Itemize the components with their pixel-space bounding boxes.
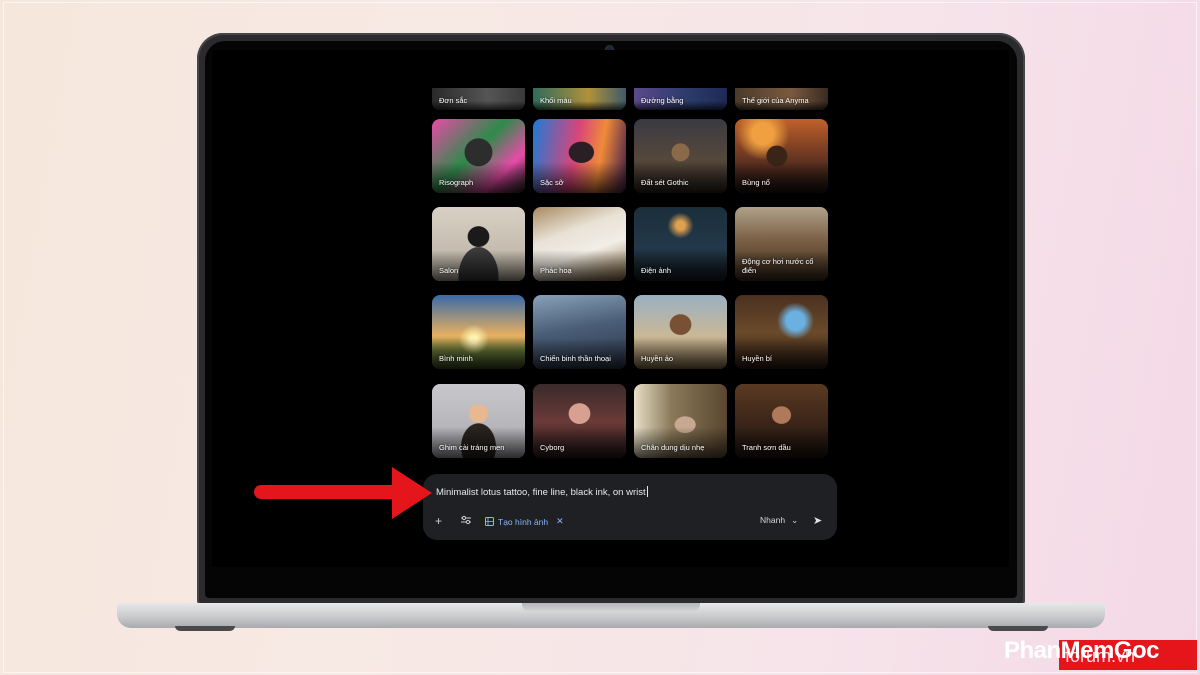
watermark-logo: PhanMemGoc bbox=[1004, 637, 1160, 664]
style-tile-label: Risograph bbox=[439, 178, 474, 187]
style-tile-label: Đơn sắc bbox=[439, 96, 468, 105]
style-tile-label: Salon bbox=[439, 266, 459, 275]
style-tile-label: Khối màu bbox=[540, 96, 572, 105]
style-tile-label: Tranh sơn dầu bbox=[742, 443, 791, 452]
style-tile[interactable]: Chiến binh thần thoại bbox=[533, 295, 626, 369]
laptop-base-notch bbox=[522, 603, 700, 612]
style-tile[interactable]: Ghim cài tráng men bbox=[432, 384, 525, 458]
style-tile[interactable]: Đất sét Gothic bbox=[634, 119, 727, 193]
style-tile[interactable]: Động cơ hơi nước cổ điển bbox=[735, 207, 828, 281]
style-tile-label: Đường bằng bbox=[641, 96, 684, 105]
annotation-arrow-shaft bbox=[254, 485, 404, 499]
style-tile-label: Phác hoạ bbox=[540, 266, 572, 275]
text-caret bbox=[646, 486, 648, 497]
laptop-foot-left bbox=[175, 626, 235, 631]
style-tile-label: Chân dung dịu nhẹ bbox=[641, 443, 705, 452]
laptop-foot-right bbox=[988, 626, 1048, 631]
style-tile[interactable]: Sặc sỡ bbox=[533, 119, 626, 193]
style-tile-label: Động cơ hơi nước cổ điển bbox=[742, 257, 814, 275]
close-icon[interactable]: ✕ bbox=[556, 516, 564, 527]
prompt-input[interactable]: Minimalist lotus tattoo, fine line, blac… bbox=[436, 486, 648, 498]
annotation-arrow-head bbox=[392, 467, 432, 519]
style-tile-label: Ghim cài tráng men bbox=[439, 443, 505, 452]
sliders-icon[interactable] bbox=[460, 514, 472, 526]
chevron-down-icon: ⌄ bbox=[791, 515, 799, 525]
style-tile[interactable]: Tranh sơn dầu bbox=[735, 384, 828, 458]
tool-chip-create-image[interactable]: Tạo hình ảnh ✕ bbox=[485, 515, 564, 528]
style-tile[interactable]: Huyền ảo bbox=[634, 295, 727, 369]
style-tile[interactable]: Risograph bbox=[432, 119, 525, 193]
style-tile[interactable]: Chân dung dịu nhẹ bbox=[634, 384, 727, 458]
tool-chip-label: Tạo hình ảnh bbox=[498, 516, 549, 527]
style-tile-label: Điện ảnh bbox=[641, 266, 672, 275]
style-tile[interactable]: Đường bằng bbox=[634, 88, 727, 110]
style-tile[interactable]: Bình minh bbox=[432, 295, 525, 369]
plus-icon[interactable]: + bbox=[435, 515, 442, 527]
style-tile[interactable]: Thế giới của Anyma bbox=[735, 88, 828, 110]
style-tile-label: Sặc sỡ bbox=[540, 178, 564, 187]
style-tile[interactable]: Đơn sắc bbox=[432, 88, 525, 110]
style-tile-label: Cyborg bbox=[540, 443, 565, 452]
model-selector[interactable]: Nhanh ⌄ bbox=[760, 515, 798, 526]
prompt-box: Minimalist lotus tattoo, fine line, blac… bbox=[423, 474, 837, 540]
image-grid-icon bbox=[485, 517, 494, 526]
model-label: Nhanh bbox=[760, 515, 786, 525]
style-tile-label: Bình minh bbox=[439, 354, 473, 363]
style-tile-label: Bùng nổ bbox=[742, 178, 770, 187]
style-tile[interactable]: Salon bbox=[432, 207, 525, 281]
prompt-input-text: Minimalist lotus tattoo, fine line, blac… bbox=[436, 487, 646, 498]
style-tile-label: Đất sét Gothic bbox=[641, 178, 689, 187]
style-tile-label: Chiến binh thần thoại bbox=[540, 354, 611, 363]
style-tile[interactable]: Bùng nổ bbox=[735, 119, 828, 193]
send-icon[interactable]: ➤ bbox=[813, 514, 822, 527]
style-tile[interactable]: Điện ảnh bbox=[634, 207, 727, 281]
style-tile[interactable]: Khối màu bbox=[533, 88, 626, 110]
style-tile[interactable]: Phác hoạ bbox=[533, 207, 626, 281]
style-tile-label: Huyền ảo bbox=[641, 354, 674, 363]
style-tile[interactable]: Huyền bí bbox=[735, 295, 828, 369]
style-tile[interactable]: Cyborg bbox=[533, 384, 626, 458]
style-tile-label: Thế giới của Anyma bbox=[742, 96, 809, 105]
style-tile-label: Huyền bí bbox=[742, 354, 773, 363]
